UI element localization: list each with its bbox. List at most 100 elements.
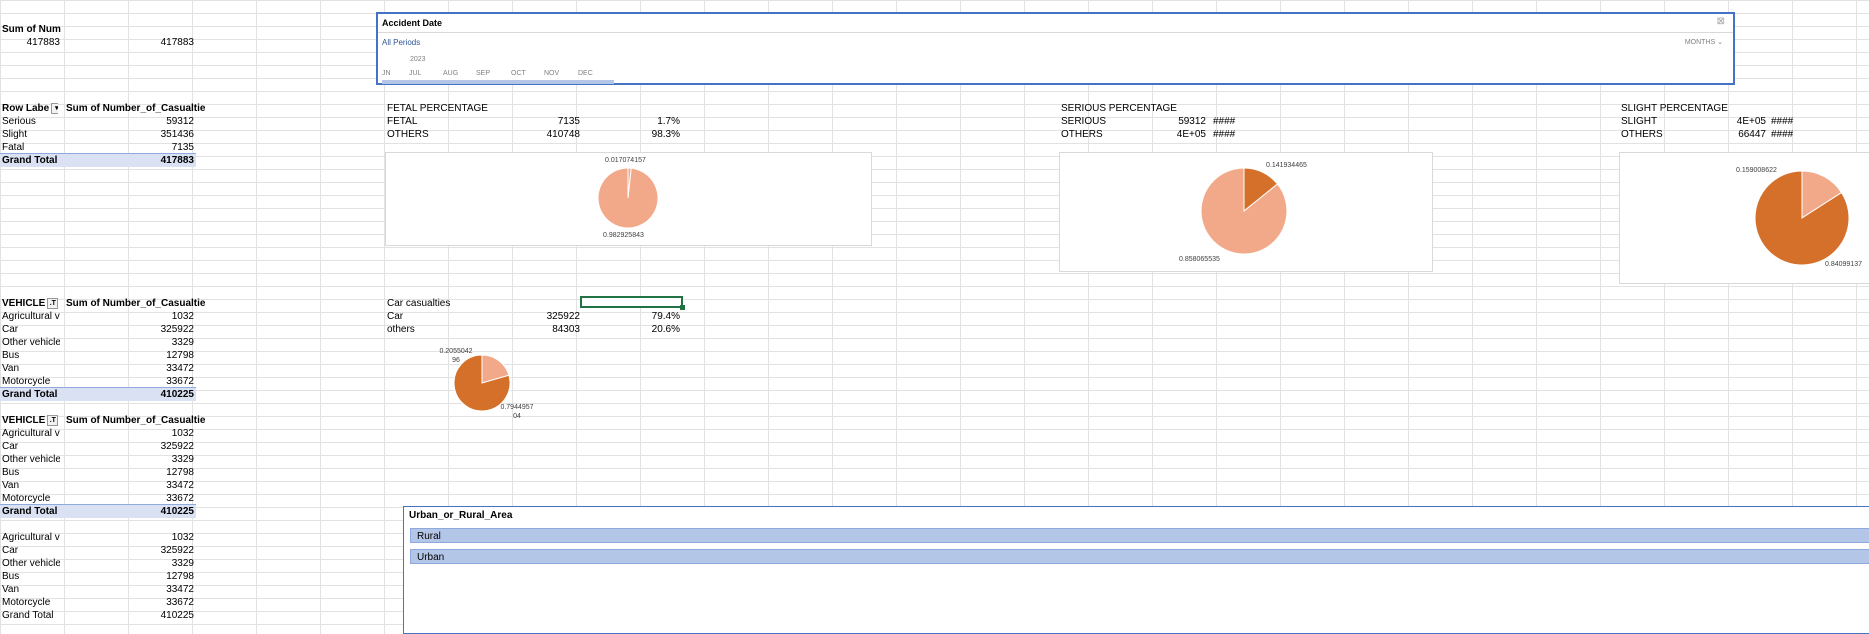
serious-pie-chart[interactable] [1200,167,1288,255]
vehicle-row-value[interactable]: 1032 [64,310,194,323]
grand-total-value[interactable]: 417883 [64,154,194,167]
vehicle-row-value[interactable]: 1032 [64,427,194,440]
severity-row-label[interactable]: Slight [2,128,62,141]
grand-total-label[interactable]: Grand Total [2,609,62,622]
vehicle-row-value[interactable]: 12798 [64,466,194,479]
vehicle-row-value[interactable]: 3329 [64,557,194,570]
vehicle-row-value[interactable]: 33672 [64,596,194,609]
grand-total-label[interactable]: Grand Total [2,388,62,401]
accident-date-timeline[interactable]: Accident Date ⊠ All Periods MONTHS ⌄ 202… [376,12,1735,85]
vehicle-row-value[interactable]: 325922 [64,440,194,453]
timeline-month[interactable]: OCT [511,70,526,77]
vehicle-row-label[interactable]: Other vehicle [2,557,60,570]
vehicle-row-label[interactable]: Other vehicle [2,336,60,349]
car-row-value[interactable]: 84303 [480,323,580,336]
fetal-row-pct[interactable]: 1.7% [580,115,680,128]
vehicle-row-value[interactable]: 3329 [64,453,194,466]
sum-header[interactable]: Sum of Num [2,23,62,36]
timeline-month[interactable]: AUG [443,70,458,77]
timeline-month[interactable]: SEP [476,70,490,77]
severity-row-value[interactable]: 351436 [64,128,194,141]
slicer-item-urban[interactable]: Urban [410,549,1869,564]
slight-row-pct[interactable]: #### [1771,128,1811,141]
serious-row-value[interactable]: 59312 [1120,115,1206,128]
timeline-period-bar[interactable] [382,80,614,84]
vehicle-row-label[interactable]: Other vehicle [2,453,60,466]
urban-rural-slicer[interactable]: Urban_or_Rural_Area Rural Urban [403,506,1869,634]
car-row-value[interactable]: 325922 [480,310,580,323]
timeline-month[interactable]: DEC [578,70,593,77]
vehicle-row-label[interactable]: Car [2,544,60,557]
grand-total-value[interactable]: 410225 [64,505,194,518]
vehicle-pivot-header-values[interactable]: Sum of Number_of_Casualties [66,414,206,427]
grand-total-value[interactable]: 410225 [64,388,194,401]
vehicle-pivot-header-labels[interactable]: VEHICLE .T [2,297,66,310]
serious-row-value[interactable]: 4E+05 [1120,128,1206,141]
vehicle-row-value[interactable]: 12798 [64,570,194,583]
vehicle-row-label[interactable]: Bus [2,349,60,362]
vehicle-row-value[interactable]: 33472 [64,583,194,596]
timeline-month[interactable]: NOV [544,70,559,77]
fetal-row-value[interactable]: 410748 [480,128,580,141]
fetal-row-label[interactable]: OTHERS [387,128,467,141]
vehicle-row-value[interactable]: 12798 [64,349,194,362]
car-row-pct[interactable]: 79.4% [580,310,680,323]
slight-row-label[interactable]: SLIGHT [1621,115,1681,128]
vehicle-row-value[interactable]: 3329 [64,336,194,349]
timeline-month[interactable]: JUL [409,70,421,77]
vehicle-row-label[interactable]: Motorcycle [2,596,60,609]
vehicle-pivot-header-values[interactable]: Sum of Number_of_Casualties [66,297,206,310]
slight-row-value[interactable]: 4E+05 [1680,115,1766,128]
fetal-row-value[interactable]: 7135 [480,115,580,128]
fetal-row-pct[interactable]: 98.3% [580,128,680,141]
vehicle-row-label[interactable]: Van [2,479,60,492]
vehicle-row-value[interactable]: 1032 [64,531,194,544]
car-row-pct[interactable]: 20.6% [580,323,680,336]
vehicle-row-label[interactable]: Van [2,362,60,375]
vehicle-pivot-header-labels[interactable]: VEHICLE .T [2,414,66,427]
vehicle-row-label[interactable]: Van [2,583,60,596]
filter-dropdown-icon[interactable]: ▾ [51,102,58,114]
severity-pivot-header-values[interactable]: Sum of Number_of_Casualties [66,102,206,115]
vehicle-row-label[interactable]: Car [2,440,60,453]
slight-row-pct[interactable]: #### [1771,115,1811,128]
filter-icon[interactable]: .T [47,297,59,309]
vehicle-row-value[interactable]: 325922 [64,323,194,336]
slight-row-label[interactable]: OTHERS [1621,128,1681,141]
slight-pie-chart[interactable] [1754,170,1850,266]
vehicle-row-label[interactable]: Agricultural v [2,310,60,323]
vehicle-row-label[interactable]: Car [2,323,60,336]
slight-row-value[interactable]: 66447 [1680,128,1766,141]
car-title[interactable]: Car casualties [387,297,507,310]
fetal-title[interactable]: FETAL PERCENTAGE [387,102,547,115]
grand-total-value[interactable]: 410225 [64,609,194,622]
car-row-label[interactable]: others [387,323,467,336]
timeline-level-dropdown[interactable]: MONTHS ⌄ [1685,38,1723,46]
timeline-month[interactable]: JN [382,70,391,77]
severity-pivot-header-labels[interactable]: Row Labe ▾ [2,102,58,115]
vehicle-row-value[interactable]: 325922 [64,544,194,557]
vehicle-row-value[interactable]: 33472 [64,479,194,492]
vehicle-row-label[interactable]: Agricultural v [2,531,60,544]
pie-slice[interactable] [597,167,659,229]
vehicle-row-label[interactable]: Agricultural v [2,427,60,440]
car-row-label[interactable]: Car [387,310,467,323]
vehicle-row-label[interactable]: Bus [2,570,60,583]
vehicle-row-value[interactable]: 33472 [64,362,194,375]
selected-cell[interactable] [580,296,685,310]
filter-icon[interactable]: .T [47,414,59,426]
sum-value-a[interactable]: 417883 [0,36,60,49]
slight-title[interactable]: SLIGHT PERCENTAGE [1621,102,1781,115]
fetal-pie-chart[interactable] [597,167,659,229]
serious-row-label[interactable]: OTHERS [1061,128,1121,141]
grand-total-label[interactable]: Grand Total [2,154,62,167]
clear-filter-icon[interactable]: ⊠ [1717,16,1725,27]
severity-row-label[interactable]: Serious [2,115,62,128]
severity-row-value[interactable]: 59312 [64,115,194,128]
sum-value-b[interactable]: 417883 [64,36,194,49]
serious-row-pct[interactable]: #### [1213,128,1253,141]
grand-total-label[interactable]: Grand Total [2,505,62,518]
vehicle-row-label[interactable]: Bus [2,466,60,479]
serious-row-label[interactable]: SERIOUS [1061,115,1121,128]
fetal-row-label[interactable]: FETAL [387,115,467,128]
